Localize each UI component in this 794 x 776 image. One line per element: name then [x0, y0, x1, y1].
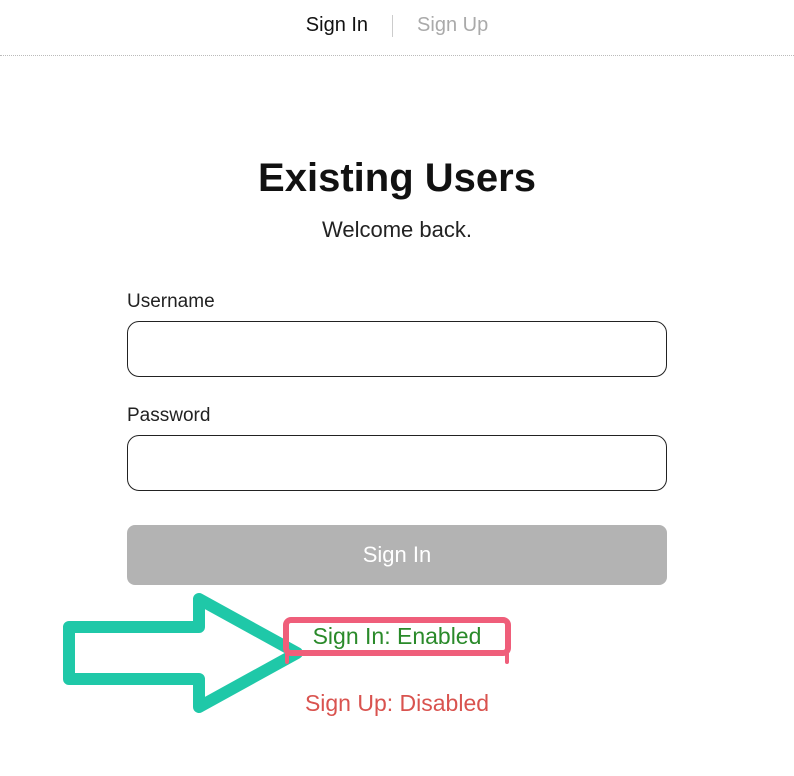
tab-signup[interactable]: Sign Up	[393, 14, 512, 37]
signup-status-text: Sign Up: Disabled	[305, 690, 489, 717]
signin-status-text: Sign In: Enabled	[289, 617, 506, 655]
page-heading: Existing Users	[127, 156, 667, 201]
password-input[interactable]	[127, 435, 667, 491]
status-area: Sign In: Enabled Sign Up: Disabled	[127, 623, 667, 717]
signin-status-wrapper: Sign In: Enabled	[289, 623, 506, 650]
username-group: Username	[127, 291, 667, 377]
page-subheading: Welcome back.	[127, 217, 667, 243]
signin-panel: Existing Users Welcome back. Username Pa…	[127, 56, 667, 717]
password-label: Password	[127, 405, 667, 427]
tab-bar: Sign In Sign Up	[0, 0, 794, 56]
username-input[interactable]	[127, 321, 667, 377]
tab-signin[interactable]: Sign In	[282, 14, 392, 37]
signin-button[interactable]: Sign In	[127, 525, 667, 585]
password-group: Password	[127, 405, 667, 491]
arrow-annotation-icon	[49, 587, 309, 717]
username-label: Username	[127, 291, 667, 313]
